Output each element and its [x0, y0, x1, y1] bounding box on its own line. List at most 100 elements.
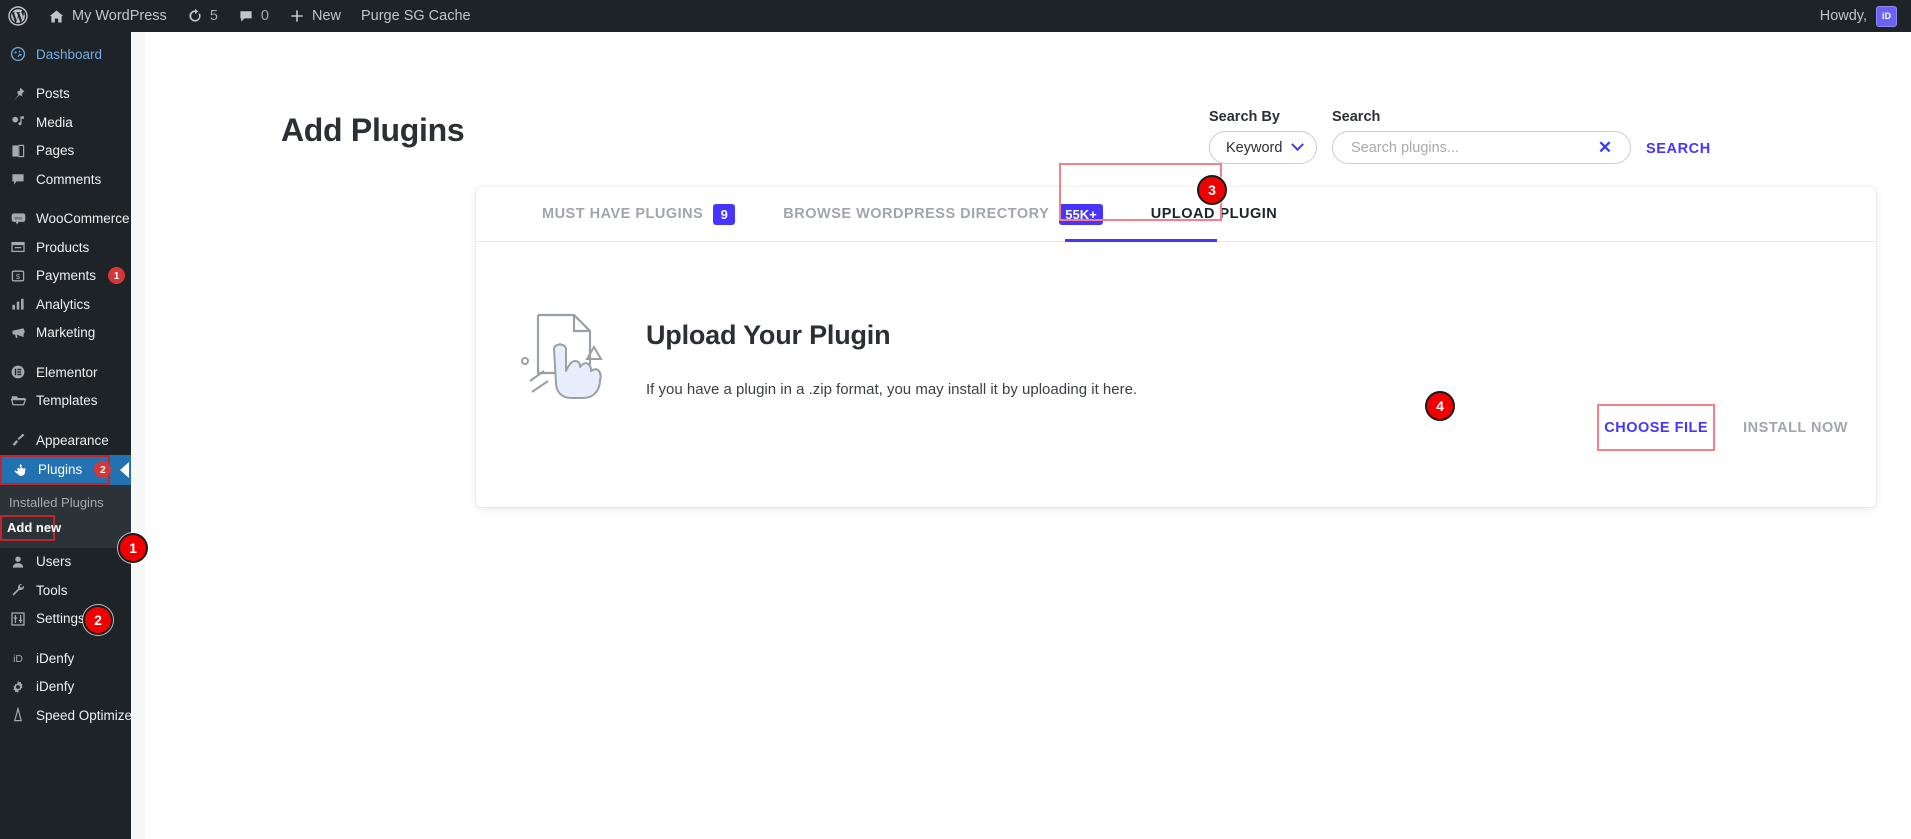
submenu-item-label: Installed Plugins	[9, 495, 104, 510]
sidebar-separator	[0, 194, 131, 205]
analytics-icon	[9, 296, 27, 312]
sidebar-item-products[interactable]: Products	[0, 233, 131, 262]
sidebar-item-label: Elementor	[36, 364, 98, 380]
wrench-icon	[9, 582, 27, 598]
chevron-down-icon	[1291, 138, 1304, 152]
updates-menu[interactable]: 5	[177, 0, 228, 32]
sidebar-item-label: Plugins	[38, 462, 83, 477]
submenu-installed-plugins[interactable]: Installed Plugins	[0, 491, 131, 515]
sidebar-item-label: Users	[36, 554, 72, 570]
sidebar-item-idenfy[interactable]: iD iDenfy	[0, 644, 131, 673]
plus-icon	[289, 8, 305, 24]
elementor-icon	[9, 364, 27, 380]
search-group: Search ✕	[1332, 109, 1631, 164]
avatar[interactable]: iD	[1876, 5, 1897, 27]
sidebar-item-posts[interactable]: Posts	[0, 80, 131, 109]
site-name-menu[interactable]: My WordPress	[38, 0, 177, 32]
sidebar-item-elementor[interactable]: Elementor	[0, 358, 131, 387]
sidebar-item-label: Settings	[36, 611, 85, 627]
clear-search-icon[interactable]: ✕	[1596, 138, 1614, 157]
comments-menu[interactable]: 0	[228, 0, 279, 32]
choose-file-button[interactable]: CHOOSE FILE	[1597, 404, 1716, 451]
dashboard-icon	[9, 46, 27, 62]
submenu-add-new[interactable]: Add new	[0, 514, 61, 541]
updates-count: 5	[209, 8, 218, 24]
comments-icon	[238, 8, 254, 24]
sidebar-item-label: Appearance	[36, 432, 109, 448]
sidebar-item-templates[interactable]: Templates	[0, 387, 131, 416]
sidebar-item-label: Posts	[36, 86, 70, 102]
upload-illustration-icon	[516, 297, 626, 407]
howdy-label: Howdy,	[1819, 8, 1867, 24]
sidebar-item-plugins[interactable]: Plugins 2	[0, 454, 112, 485]
sidebar-separator	[0, 633, 131, 644]
page-title: Add Plugins	[281, 112, 465, 148]
sidebar-separator	[0, 415, 131, 426]
step-marker-3: 3	[1197, 175, 1227, 205]
sidebar-separator	[0, 347, 131, 358]
sidebar-item-label: Marketing	[36, 325, 96, 341]
submenu-item-label: Add new	[7, 520, 62, 535]
woo-icon: woo	[9, 210, 27, 227]
search-by-value: Keyword	[1226, 139, 1283, 156]
tab-browse-wordpress-directory[interactable]: BROWSE WORDPRESS DIRECTORY 55K+	[759, 187, 1126, 242]
site-name-label: My WordPress	[72, 8, 167, 24]
sidebar-badge-payments: 1	[108, 267, 126, 285]
install-now-button[interactable]: INSTALL NOW	[1743, 420, 1848, 436]
search-input[interactable]	[1351, 139, 1590, 156]
plugin-tabs: MUST HAVE PLUGINS 9 BROWSE WORDPRESS DIR…	[476, 163, 1876, 242]
sidebar-item-media[interactable]: Media	[0, 108, 131, 137]
sidebar-item-speed-optimizer[interactable]: Speed Optimizer	[0, 701, 137, 730]
sidebar-item-label: Products	[36, 239, 90, 255]
new-content-menu[interactable]: New	[279, 0, 351, 32]
user-icon	[9, 554, 27, 570]
collapse-menu-arrow-icon[interactable]	[120, 461, 129, 478]
admin-sidebar: Dashboard Posts Media Pages Comments woo…	[0, 32, 137, 839]
plug-icon	[11, 462, 29, 478]
sidebar-item-label: Payments	[36, 268, 97, 284]
wordpress-logo-button[interactable]	[0, 0, 38, 32]
sidebar-item-label: Comments	[36, 171, 102, 187]
upload-description: If you have a plugin in a .zip format, y…	[646, 381, 1138, 398]
sidebar-item-label: Tools	[36, 582, 68, 598]
tab-badge: 9	[713, 203, 736, 225]
sidebar-item-tools[interactable]: Tools	[0, 576, 131, 605]
purge-cache-label: Purge SG Cache	[360, 8, 471, 24]
svg-text:iD: iD	[13, 654, 23, 665]
sidebar-item-users[interactable]: Users	[0, 548, 131, 577]
sidebar-item-appearance[interactable]: Appearance	[0, 426, 131, 455]
comment-icon	[9, 171, 27, 187]
megaphone-icon	[9, 324, 27, 341]
search-by-select[interactable]: Keyword	[1209, 131, 1317, 164]
sidebar-item-woocommerce[interactable]: woo WooCommerce	[0, 205, 131, 234]
step-marker-1: 1	[118, 533, 148, 563]
tab-label: UPLOAD PLUGIN	[1150, 206, 1278, 222]
sidebar-item-idenfy-settings[interactable]: iDenfy	[0, 673, 131, 702]
sidebar-item-label: Media	[36, 114, 73, 130]
tab-badge: 55K+	[1059, 203, 1103, 225]
sidebar-item-plugins-wrapper: Plugins 2	[0, 454, 131, 485]
search-controls: Search By Keyword Search ✕ SEARCH	[1209, 109, 1711, 164]
sidebar-item-label: Pages	[36, 143, 75, 159]
tab-label: BROWSE WORDPRESS DIRECTORY	[783, 206, 1050, 222]
account-menu[interactable]: Howdy, iD	[1820, 0, 1911, 32]
sidebar-item-analytics[interactable]: Analytics	[0, 290, 131, 319]
tab-label: MUST HAVE PLUGINS	[542, 206, 704, 222]
sidebar-item-dashboard[interactable]: Dashboard	[0, 40, 131, 69]
sidebar-item-payments[interactable]: $ Payments 1	[0, 262, 131, 291]
upload-plugin-panel: Upload Your Plugin If you have a plugin …	[476, 242, 1876, 506]
sidebar-item-label: Dashboard	[36, 46, 103, 62]
sidebar-item-label: Speed Optimizer	[36, 707, 137, 723]
tab-must-have-plugins[interactable]: MUST HAVE PLUGINS 9	[518, 187, 759, 242]
sidebar-item-marketing[interactable]: Marketing	[0, 319, 131, 348]
purge-cache-menu[interactable]: Purge SG Cache	[351, 0, 481, 32]
search-by-group: Search By Keyword	[1209, 109, 1317, 164]
pages-icon	[9, 143, 27, 159]
folder-icon	[9, 392, 27, 409]
sidebar-item-comments[interactable]: Comments	[0, 165, 131, 194]
sidebar-separator	[0, 69, 131, 80]
sidebar-item-pages[interactable]: Pages	[0, 137, 131, 166]
upload-actions: CHOOSE FILE INSTALL NOW	[1597, 404, 1848, 451]
sidebar-item-label: iDenfy	[36, 650, 75, 666]
search-button[interactable]: SEARCH	[1646, 141, 1711, 157]
